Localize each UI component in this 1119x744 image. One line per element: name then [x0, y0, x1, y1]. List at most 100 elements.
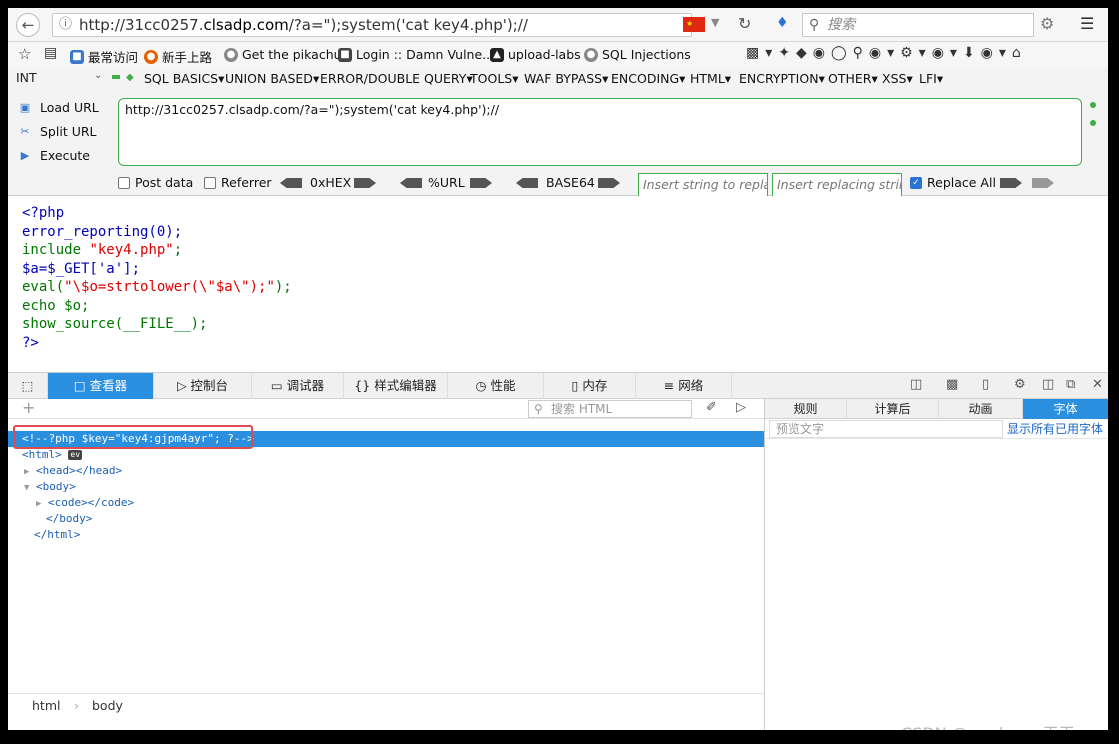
base64-encode-arrow-icon[interactable]: [598, 178, 620, 188]
search-placeholder: 搜索: [827, 17, 855, 33]
tab-network[interactable]: ≡ 网络: [636, 373, 732, 399]
split-url-button[interactable]: ✂ Split URL: [18, 124, 96, 139]
extension-icons[interactable]: ▩▾✦◆◉◯⚲◉▾⚙▾◉▾⬇◉▾⌂: [746, 45, 1027, 61]
referrer-checkbox[interactable]: Referrer: [204, 175, 272, 190]
tree-node-html[interactable]: <html> ev: [8, 447, 764, 463]
hackbar-url-textarea[interactable]: http://31cc0257.clsadp.com/?a=");system(…: [118, 98, 1082, 166]
url-decode-arrow-icon[interactable]: [400, 178, 422, 188]
replace-string-input[interactable]: Insert string to replace: [638, 173, 768, 197]
post-data-checkbox[interactable]: Post data: [118, 175, 193, 190]
url-encode-arrow-icon[interactable]: [470, 178, 492, 188]
expand-dot-icon[interactable]: [1090, 102, 1096, 108]
minus-icon[interactable]: [112, 75, 120, 79]
dropdown-arrow-icon[interactable]: ▼: [711, 16, 719, 29]
expand-triangle-icon[interactable]: ▶: [36, 499, 41, 509]
bookmark-getting-started[interactable]: ● 新手上路: [144, 47, 212, 66]
show-all-fonts-link[interactable]: 显示所有已用字体: [1007, 419, 1103, 439]
tab-memory[interactable]: ▯ 内存: [544, 373, 636, 399]
code-line: ?>: [22, 334, 39, 351]
tree-node-body[interactable]: ▼ <body>: [8, 479, 764, 495]
url-domain: clsadp.com: [203, 16, 289, 34]
navigation-bar: ← ⓘ http://31cc0257.clsadp.com/?a=");sys…: [8, 8, 1108, 42]
tab-rules[interactable]: 规则: [765, 399, 847, 419]
bookmark-sql-injections[interactable]: ● SQL Injections: [584, 47, 691, 62]
tab-computed[interactable]: 计算后: [847, 399, 939, 419]
replace-arrow-alt-icon[interactable]: [1032, 178, 1054, 188]
preview-text-input[interactable]: 预览文字: [769, 420, 1003, 438]
back-button[interactable]: ←: [16, 13, 40, 37]
add-node-icon[interactable]: +: [22, 398, 35, 417]
tab-style-editor[interactable]: {} 样式编辑器: [344, 373, 448, 399]
library-icon[interactable]: ▤: [44, 45, 57, 61]
memory-icon: ▯: [571, 378, 579, 393]
china-flag-icon[interactable]: ★: [683, 17, 705, 32]
menu-union-based[interactable]: UNION BASED▾: [225, 71, 319, 86]
tree-node-head[interactable]: ▶ <head></head>: [8, 463, 764, 479]
collapse-triangle-icon[interactable]: ▼: [24, 483, 29, 493]
code-line: error_reporting(0);: [22, 223, 183, 240]
search-input[interactable]: ⚲ 搜索: [802, 13, 1034, 37]
menu-encryption[interactable]: ENCRYPTION▾: [739, 71, 825, 86]
gauge-icon: ◷: [475, 378, 487, 393]
menu-xss[interactable]: XSS▾: [882, 71, 913, 86]
menu-other[interactable]: OTHER▾: [828, 71, 878, 86]
breadcrumb: html › body: [8, 693, 764, 719]
int-select[interactable]: INT ⌄: [16, 70, 106, 88]
page-source-code: <?php error_reporting(0); include "key4.…: [8, 196, 1108, 372]
code-line: $a=$_GET['a'];: [22, 260, 141, 277]
tab-console[interactable]: ▷ 控制台: [154, 373, 252, 399]
bookmark-upload-labs[interactable]: ▲ upload-labs: [490, 47, 581, 62]
star-icon[interactable]: ☆: [18, 45, 31, 63]
bookmark-most-visited[interactable]: ■ 最常访问: [70, 47, 138, 66]
dock-side-icon[interactable]: ◫: [1042, 377, 1054, 392]
menu-waf-bypass[interactable]: WAF BYPASS▾: [524, 71, 608, 86]
bookmark-pikachu[interactable]: ● Get the pikachu: [224, 47, 342, 62]
address-bar[interactable]: ⓘ http://31cc0257.clsadp.com/?a=");syste…: [52, 13, 692, 37]
menu-lfi[interactable]: LFI▾: [919, 71, 943, 86]
tab-inspector[interactable]: □ 查看器: [48, 373, 154, 399]
hex-encode-arrow-icon[interactable]: [354, 178, 376, 188]
tab-fonts[interactable]: 字体: [1023, 399, 1108, 419]
base64-decode-arrow-icon[interactable]: [516, 178, 538, 188]
split-console-icon[interactable]: ◫: [910, 377, 922, 392]
replace-all-checkbox[interactable]: ✓ Replace All: [910, 175, 996, 190]
breadcrumb-html[interactable]: html: [32, 694, 60, 718]
settings-icon[interactable]: ⚙: [1014, 377, 1026, 392]
event-badge[interactable]: ev: [68, 450, 83, 460]
load-url-button[interactable]: ▣ Load URL: [18, 100, 99, 115]
console-toggle-icon[interactable]: ▩: [946, 377, 958, 392]
separate-window-icon[interactable]: ⧉: [1066, 377, 1075, 392]
bookmark-dvwa[interactable]: ■ Login :: Damn Vulne...: [338, 47, 494, 62]
tab-performance[interactable]: ◷ 性能: [448, 373, 544, 399]
eyedropper-icon[interactable]: ✐: [706, 400, 717, 415]
reload-icon[interactable]: ↻: [738, 14, 751, 33]
globe-icon: ●: [584, 47, 598, 62]
expand-triangle-icon[interactable]: ▶: [24, 467, 29, 477]
screenshot-node-icon[interactable]: ▷: [736, 400, 746, 415]
menu-error-double-query[interactable]: ERROR/DOUBLE QUERY▾: [320, 71, 473, 86]
menu-html[interactable]: HTML▾: [690, 71, 731, 86]
plus-icon[interactable]: ◆: [126, 72, 134, 83]
menu-encoding[interactable]: ENCODING▾: [611, 71, 685, 86]
tab-debugger[interactable]: ▭ 调试器: [252, 373, 344, 399]
replacing-string-input[interactable]: Insert replacing string: [772, 173, 902, 197]
collapse-dot-icon[interactable]: [1090, 120, 1096, 126]
menu-tools[interactable]: TOOLS▾: [470, 71, 519, 86]
replace-arrow-icon[interactable]: [1000, 178, 1022, 188]
extension-icon[interactable]: ♦: [776, 15, 789, 31]
tree-node-code[interactable]: ▶ <code></code>: [8, 495, 764, 511]
back-arrow-icon: ←: [21, 16, 35, 34]
element-picker-button[interactable]: ⬚: [8, 373, 48, 399]
close-icon[interactable]: ✕: [1092, 377, 1103, 392]
breadcrumb-body[interactable]: body: [92, 694, 123, 718]
html-search-input[interactable]: ⚲ 搜索 HTML: [528, 400, 692, 418]
menu-sql-basics[interactable]: SQL BASICS▾: [144, 71, 224, 86]
hex-decode-arrow-icon[interactable]: [280, 178, 302, 188]
tab-animations[interactable]: 动画: [939, 399, 1023, 419]
highlight-annotation-box: [13, 425, 253, 449]
gear-icon[interactable]: ⚙: [1040, 14, 1054, 33]
hackbar-panel: INT ⌄ ◆ SQL BASICS▾ UNION BASED▾ ERROR/D…: [8, 68, 1108, 197]
execute-button[interactable]: ▶ Execute: [18, 148, 90, 163]
responsive-mode-icon[interactable]: ▯: [982, 377, 989, 392]
menu-icon[interactable]: ☰: [1080, 14, 1094, 33]
